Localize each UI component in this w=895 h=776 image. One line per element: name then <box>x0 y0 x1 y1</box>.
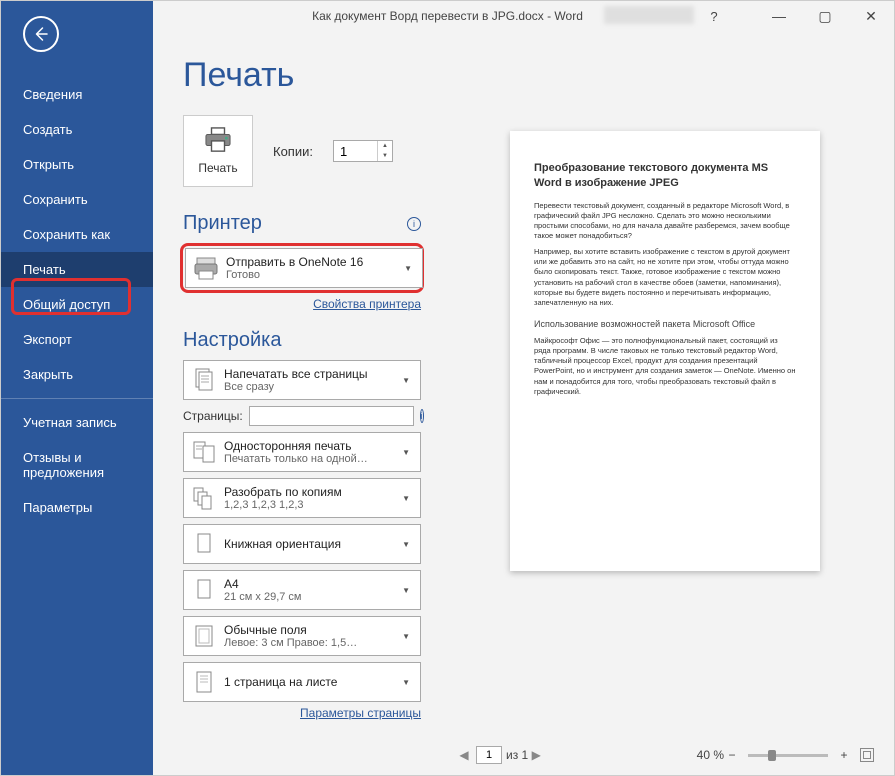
zoom-slider[interactable] <box>748 754 828 757</box>
zoom-in-button[interactable]: + <box>836 748 852 762</box>
nav-close[interactable]: Закрыть <box>1 357 153 392</box>
margins-icon <box>190 622 218 650</box>
printer-status: Готово <box>226 269 400 281</box>
chevron-down-icon: ▼ <box>398 678 414 687</box>
copies-label: Копии: <box>273 144 313 159</box>
copies-down[interactable]: ▼ <box>378 151 392 161</box>
chevron-down-icon: ▼ <box>398 632 414 641</box>
next-page-button[interactable]: ▶ <box>528 748 544 762</box>
zoom-out-button[interactable]: − <box>724 748 740 762</box>
copies-stepper[interactable]: ▲ ▼ <box>333 140 393 162</box>
one-side-icon <box>190 438 218 466</box>
nav-info[interactable]: Сведения <box>1 77 153 112</box>
orientation-dropdown[interactable]: Книжная ориентация ▼ <box>183 524 421 564</box>
printer-name: Отправить в OneNote 16 <box>226 255 400 269</box>
chevron-down-icon: ▼ <box>398 448 414 457</box>
chevron-down-icon: ▼ <box>398 540 414 549</box>
maximize-button[interactable]: ▢ <box>802 1 848 31</box>
collate-icon <box>190 484 218 512</box>
nav-save[interactable]: Сохранить <box>1 182 153 217</box>
portrait-icon <box>190 530 218 558</box>
page-setup-link[interactable]: Параметры страницы <box>183 706 421 720</box>
nav-options[interactable]: Параметры <box>1 490 153 525</box>
pages-per-sheet-dropdown[interactable]: 1 страница на листе ▼ <box>183 662 421 702</box>
pages-icon <box>190 366 218 394</box>
print-button[interactable]: Печать <box>183 115 253 187</box>
prev-page-button[interactable]: ◀ <box>456 748 472 762</box>
close-button[interactable]: ✕ <box>848 1 894 31</box>
page-of-label: из 1 <box>506 748 528 762</box>
titlebar: Как документ Ворд перевести в JPG.docx -… <box>1 1 894 31</box>
settings-heading: Настройка <box>183 329 421 352</box>
nav-saveas[interactable]: Сохранить как <box>1 217 153 252</box>
nav-feedback[interactable]: Отзывы и предложения <box>1 440 153 490</box>
pages-label: Страницы: <box>183 409 243 423</box>
backstage-sidebar: Сведения Создать Открыть Сохранить Сохра… <box>1 1 153 775</box>
copies-up[interactable]: ▲ <box>378 141 392 151</box>
collate-dropdown[interactable]: Разобрать по копиям 1,2,3 1,2,3 1,2,3 ▼ <box>183 478 421 518</box>
copies-input[interactable] <box>334 144 374 159</box>
pages-info-icon[interactable]: i <box>420 409 424 423</box>
printer-dropdown[interactable]: Отправить в OneNote 16 Готово ▼ <box>185 248 423 288</box>
nav-share[interactable]: Общий доступ <box>1 287 153 322</box>
printer-properties-link[interactable]: Свойства принтера <box>183 297 421 311</box>
chevron-down-icon: ▼ <box>398 494 414 503</box>
preview-title: Преобразование текстового документа MS W… <box>534 161 796 191</box>
pages-input[interactable] <box>249 406 414 426</box>
page-size-icon <box>190 576 218 604</box>
nav-export[interactable]: Экспорт <box>1 322 153 357</box>
nav-open[interactable]: Открыть <box>1 147 153 182</box>
one-per-sheet-icon <box>190 668 218 696</box>
paper-size-dropdown[interactable]: A4 21 см x 29,7 см ▼ <box>183 570 421 610</box>
printer-icon <box>203 127 233 153</box>
minimize-button[interactable]: — <box>756 1 802 31</box>
nav-new[interactable]: Создать <box>1 112 153 147</box>
fit-to-window-button[interactable] <box>860 748 874 762</box>
page-number-input[interactable] <box>476 746 502 764</box>
print-range-dropdown[interactable]: Напечатать все страницы Все сразу ▼ <box>183 360 421 400</box>
nav-print[interactable]: Печать <box>1 252 153 287</box>
print-preview: Преобразование текстового документа MS W… <box>456 81 874 735</box>
user-info-blur <box>604 6 694 24</box>
margins-dropdown[interactable]: Обычные поля Левое: 3 см Правое: 1,5… ▼ <box>183 616 421 656</box>
printer-info-icon[interactable]: i <box>407 217 421 231</box>
chevron-down-icon: ▼ <box>400 264 416 273</box>
annotation-highlight-printer: Отправить в OneNote 16 Готово ▼ <box>180 243 424 293</box>
help-button[interactable]: ? <box>694 1 734 31</box>
chevron-down-icon: ▼ <box>398 376 414 385</box>
sides-dropdown[interactable]: Односторонняя печать Печатать только на … <box>183 432 421 472</box>
chevron-down-icon: ▼ <box>398 586 414 595</box>
zoom-label: 40 % <box>697 748 724 762</box>
nav-account[interactable]: Учетная запись <box>1 405 153 440</box>
printer-heading: Принтер i <box>183 212 421 235</box>
printer-device-icon <box>192 254 220 282</box>
preview-bottombar: ◀ из 1 ▶ 40 % − + <box>456 743 874 767</box>
print-button-label: Печать <box>198 161 237 175</box>
preview-page: Преобразование текстового документа MS W… <box>510 131 820 571</box>
